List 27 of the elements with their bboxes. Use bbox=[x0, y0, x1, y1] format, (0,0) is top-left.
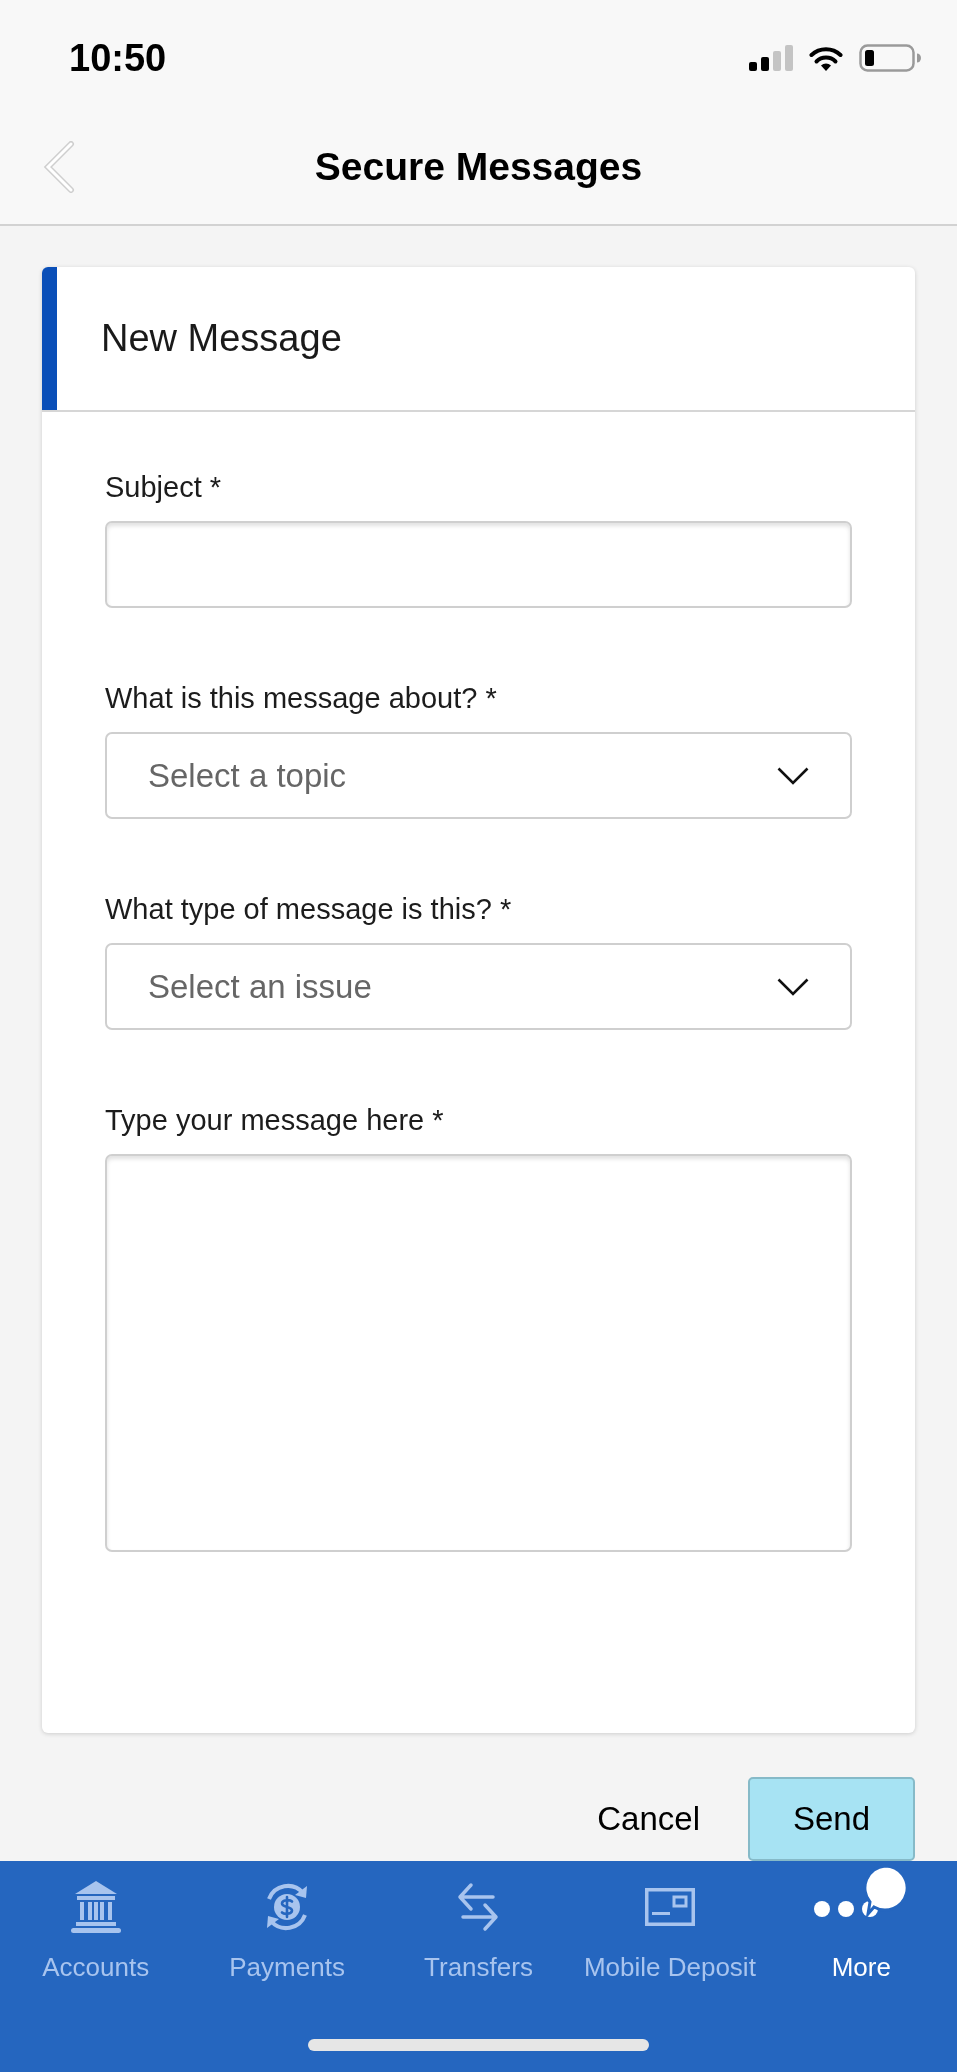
cancel-button[interactable]: Cancel bbox=[577, 1794, 720, 1844]
text-input-field[interactable] bbox=[105, 521, 852, 608]
screen-title: Secure Messages bbox=[314, 143, 643, 190]
field-label: What type of message is this? * bbox=[105, 892, 513, 927]
send-button[interactable]: Send bbox=[748, 1777, 915, 1861]
wifi-icon bbox=[809, 45, 843, 71]
field-label: Type your message here * bbox=[105, 1103, 445, 1138]
two-arrows-icon bbox=[457, 1882, 500, 1932]
dropdown-field[interactable]: Select a topic bbox=[105, 732, 852, 819]
tab-item[interactable]: Transfers bbox=[382, 1861, 575, 1983]
back-chevron-icon[interactable] bbox=[42, 141, 76, 193]
field-label: Subject * bbox=[105, 470, 223, 505]
card-title: New Message bbox=[100, 316, 342, 361]
battery-icon bbox=[859, 44, 921, 72]
dropdown-field[interactable]: Select an issue bbox=[105, 943, 852, 1030]
bank-icon bbox=[70, 1881, 121, 1933]
field-label: What is this message about? * bbox=[105, 681, 498, 716]
check-card-icon bbox=[644, 1888, 695, 1926]
tab-item[interactable]: Mobile Deposit bbox=[574, 1861, 766, 1983]
chevron-down-icon bbox=[777, 977, 809, 996]
message-text-area[interactable] bbox=[105, 1154, 852, 1552]
tab-item[interactable]: Payments bbox=[191, 1861, 383, 1983]
tab-item[interactable]: Accounts bbox=[0, 1861, 192, 1983]
chevron-down-icon bbox=[777, 766, 809, 785]
signal-icon bbox=[749, 45, 793, 71]
status-time: 10:50 bbox=[69, 35, 167, 81]
tab-item[interactable]: More bbox=[765, 1861, 957, 1983]
